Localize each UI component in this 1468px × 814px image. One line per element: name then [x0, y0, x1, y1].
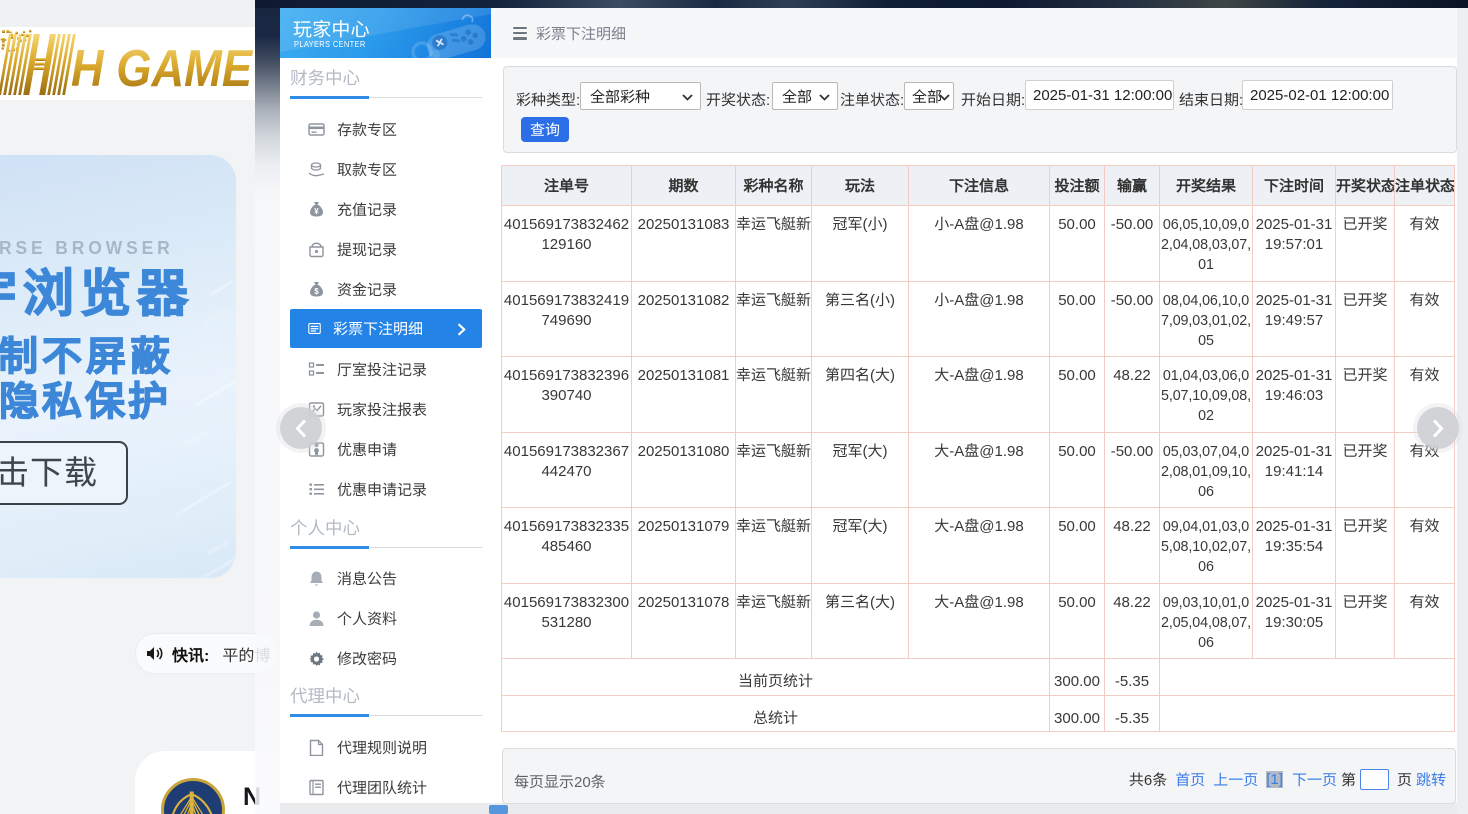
svg-text:¥: ¥ — [314, 207, 319, 216]
svg-text:H GAME: H GAME — [71, 40, 253, 98]
svg-text:$: $ — [314, 287, 319, 296]
